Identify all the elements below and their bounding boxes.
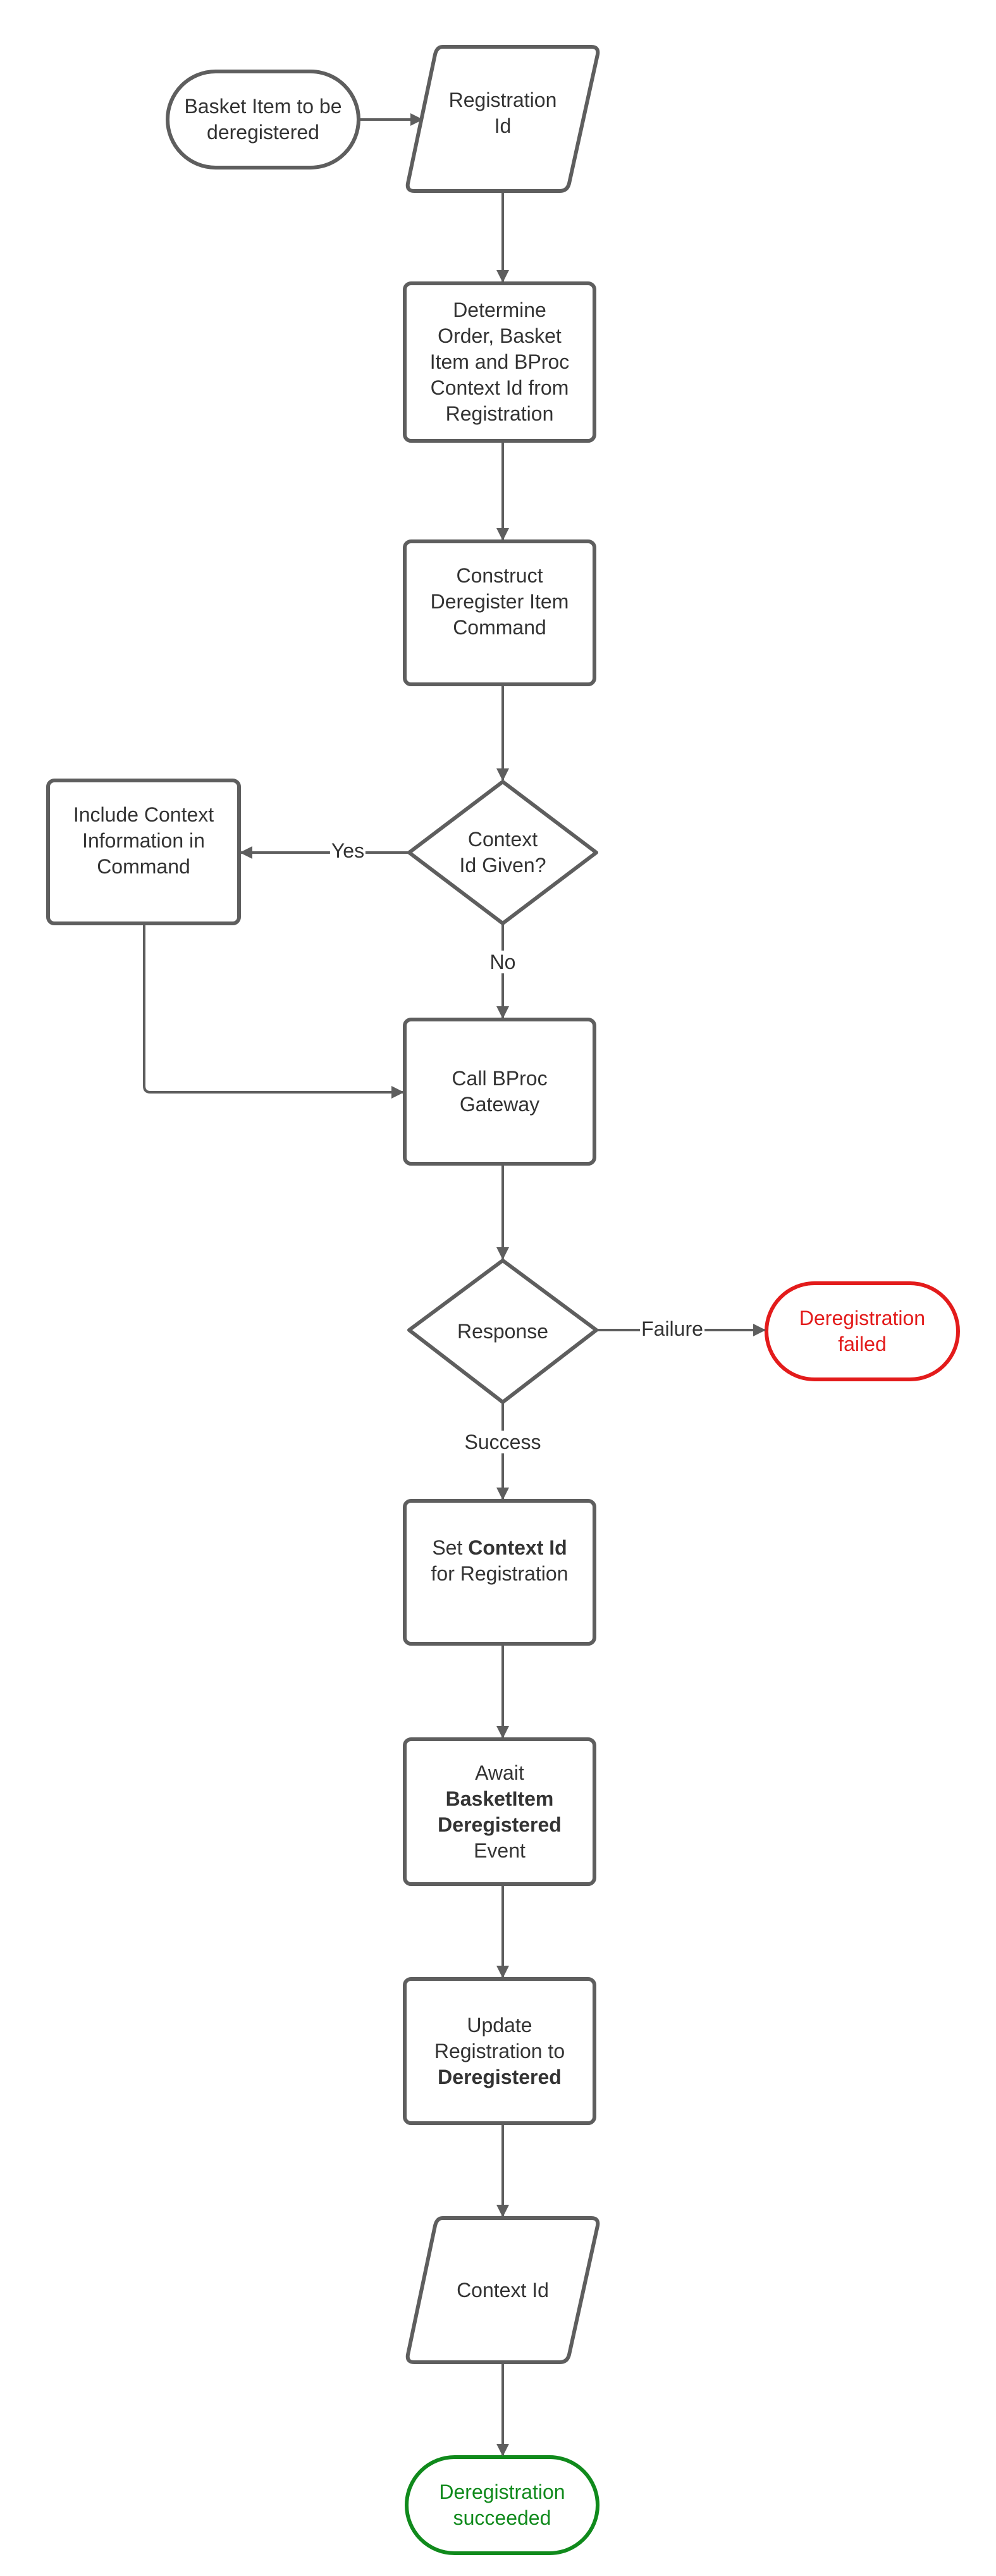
- start-line-2: deregistered: [207, 121, 319, 144]
- determine-line-2: Order, Basket: [438, 324, 562, 347]
- construct-line-3: Command: [453, 615, 546, 639]
- determine-node: Determine Order, Basket Item and BProc C…: [405, 283, 594, 441]
- set-context-prefix: Set: [432, 1536, 469, 1559]
- await-line-3-bold: Deregistered: [438, 1813, 562, 1836]
- await-line-1: Await: [475, 1761, 524, 1784]
- construct-line-1: Construct: [456, 564, 543, 587]
- edge-label-failure: Failure: [640, 1317, 704, 1340]
- context-given-line-1: Context: [467, 828, 538, 851]
- response-line-1: Response: [457, 1319, 549, 1343]
- include-context-line-3: Command: [97, 854, 190, 878]
- context-id-line-1: Context Id: [457, 2278, 549, 2302]
- include-context-line-2: Information in: [82, 829, 205, 852]
- call-gateway-node: Call BProc Gateway: [405, 1020, 594, 1164]
- set-context-line-1: Set Context Id: [431, 1535, 569, 1561]
- determine-line-5: Registration: [445, 402, 554, 425]
- call-gateway-line-1: Call BProc: [452, 1067, 548, 1090]
- registration-id-line-2: Id: [494, 114, 512, 137]
- await-line-2-bold: BasketItem: [445, 1787, 554, 1810]
- start-terminator: Basket Item to be deregistered: [168, 71, 359, 168]
- await-event-node: Await BasketItem Deregistered Event: [405, 1739, 594, 1884]
- edge-label-yes: Yes: [329, 839, 366, 862]
- update-line-2: Registration to: [434, 2039, 565, 2062]
- set-context-node: Set Context Id for Registration: [405, 1501, 594, 1621]
- failed-line-2: failed: [838, 1333, 887, 1355]
- failed-terminator: Deregistration failed: [766, 1283, 958, 1379]
- determine-line-1: Determine: [453, 299, 546, 321]
- set-context-bold: Context Id: [468, 1536, 567, 1559]
- determine-line-3: Item and BProc: [429, 350, 570, 373]
- construct-node: Construct Deregister Item Command: [405, 541, 594, 662]
- failed-line-1: Deregistration: [799, 1307, 926, 1329]
- succeeded-line-2: succeeded: [453, 2506, 551, 2529]
- start-line-1: Basket Item to be: [184, 95, 342, 118]
- determine-line-4: Context Id from: [430, 376, 569, 399]
- include-context-line-1: Include Context: [73, 803, 214, 826]
- context-id-node: Context Id: [417, 2218, 588, 2362]
- edge-include-to-call-gateway: [143, 923, 404, 1099]
- succeeded-line-1: Deregistration: [439, 2480, 565, 2503]
- edge-label-success: Success: [463, 1431, 543, 1453]
- context-given-line-2: Id Given?: [459, 854, 546, 877]
- await-line-4: Event: [474, 1839, 526, 1862]
- response-node: Response: [409, 1260, 596, 1402]
- edge-label-no: No: [488, 951, 517, 973]
- construct-line-2: Deregister Item: [430, 589, 569, 613]
- registration-id-node: Registration Id: [417, 47, 588, 161]
- context-given-node: Context Id Given?: [409, 782, 596, 923]
- update-line-3-bold: Deregistered: [438, 2065, 562, 2088]
- update-registration-node: Update Registration to Deregistered: [405, 1979, 594, 2123]
- update-line-1: Update: [467, 2013, 532, 2037]
- succeeded-terminator: Deregistration succeeded: [407, 2457, 598, 2553]
- call-gateway-line-2: Gateway: [459, 1093, 540, 1116]
- set-context-line-2: for Registration: [431, 1562, 569, 1585]
- include-context-node: Include Context Information in Command: [48, 780, 239, 901]
- registration-id-line-1: Registration: [448, 89, 557, 111]
